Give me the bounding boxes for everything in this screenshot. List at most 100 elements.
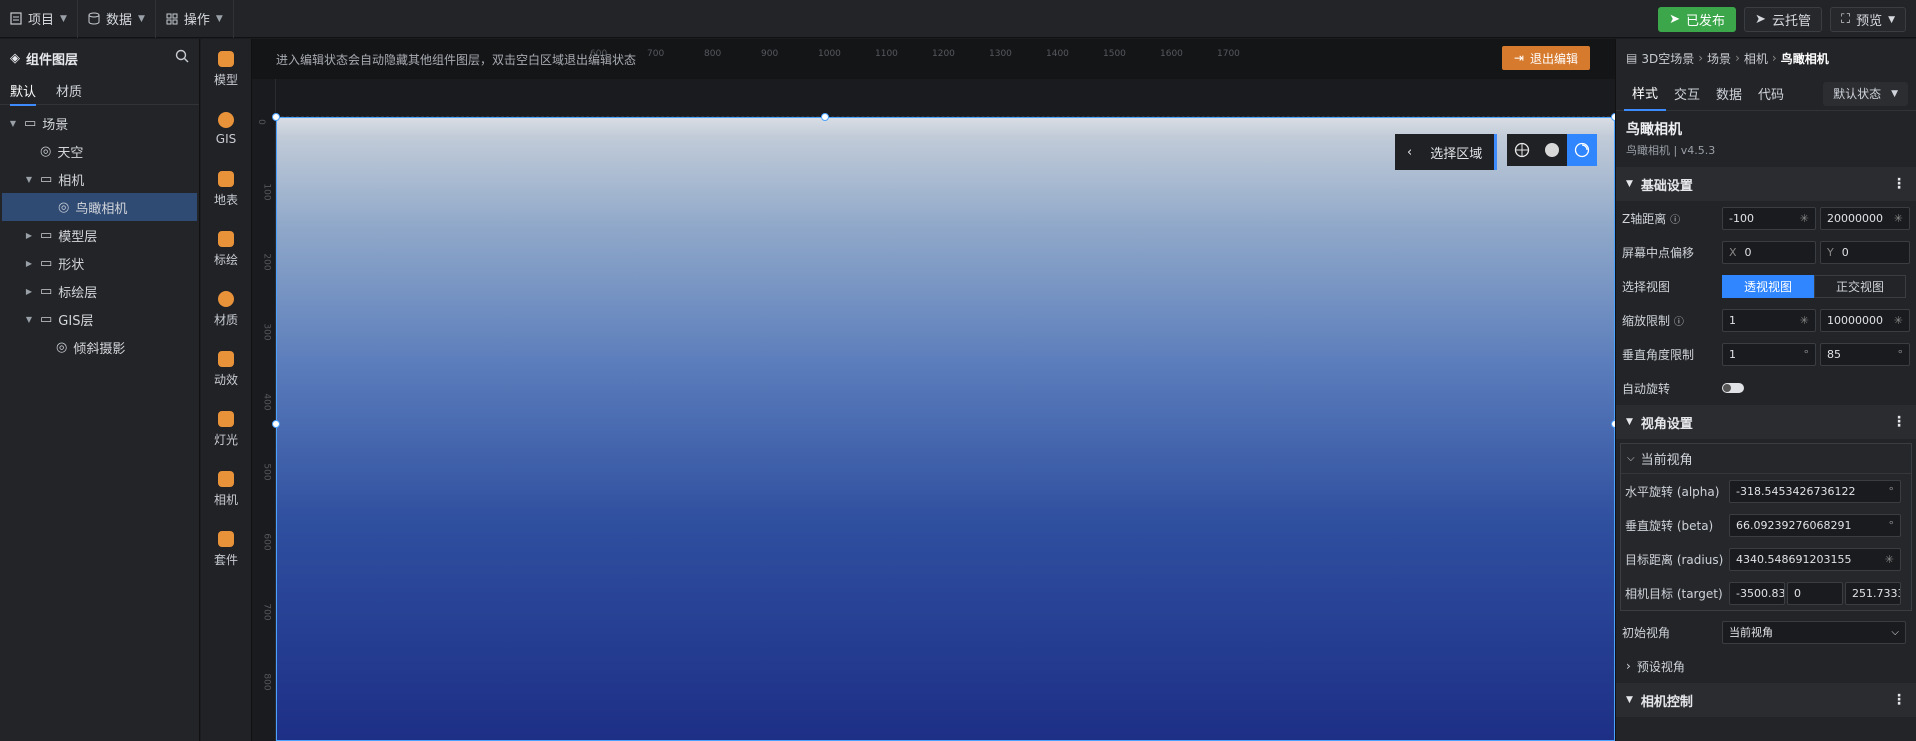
folder-icon: ▭	[40, 311, 53, 327]
breadcrumb-item[interactable]: 相机	[1744, 50, 1768, 67]
component-category-0[interactable]: 模型	[201, 39, 251, 99]
layer-tree-item[interactable]: ◎ 倾斜摄影	[0, 333, 199, 361]
target-z-input[interactable]: 251.73339	[1845, 581, 1901, 605]
more-icon[interactable]: ⋮	[1892, 692, 1906, 708]
ruler-tick-label: 1600	[1160, 49, 1183, 59]
state-select[interactable]: 默认状态 ▼	[1823, 81, 1908, 106]
caret-right-icon[interactable]: ▶	[24, 259, 34, 268]
category-icon	[218, 410, 234, 427]
cloud-host-button[interactable]: ➤ 云托管	[1744, 7, 1822, 32]
layer-tree-item[interactable]: ◎ 天空	[0, 137, 199, 165]
layer-tree-label: 鸟瞰相机	[75, 201, 128, 217]
sphere-mode-button[interactable]	[1537, 134, 1567, 166]
editor-canvas[interactable]: 进入编辑状态会自动隐藏其他组件图层，双击空白区域退出编辑状态 ⇥ 退出编辑 60…	[252, 39, 1615, 741]
more-icon[interactable]: ⋮	[1892, 414, 1906, 430]
target-y-input[interactable]: 0	[1787, 581, 1843, 605]
layer-tree-item[interactable]: ▶ ▭ 标绘层	[0, 277, 199, 305]
menu-project-label: 项目	[28, 13, 55, 28]
component-category-1[interactable]: GIS	[201, 99, 251, 159]
vert-min-input[interactable]: 1 °	[1722, 342, 1816, 366]
initial-view-select[interactable]: 当前视角 ⌵	[1722, 620, 1906, 644]
vert-max-input[interactable]: 85 °	[1820, 342, 1910, 366]
beta-input[interactable]: 66.09239276068291 °	[1729, 513, 1901, 537]
layer-tree-item[interactable]: ▶ ▭ 形状	[0, 249, 199, 277]
z-max-input[interactable]: 20000000 ✳	[1820, 206, 1910, 230]
component-category-2[interactable]: 地表	[201, 159, 251, 219]
perspective-view-option[interactable]: 透视视图	[1722, 274, 1814, 298]
edit-hint-text: 进入编辑状态会自动隐藏其他组件图层，双击空白区域退出编辑状态	[276, 52, 637, 67]
caret-down-icon[interactable]: ▼	[24, 315, 34, 324]
ruler-tick-label: 0	[255, 119, 266, 125]
more-icon[interactable]: ⋮	[1892, 176, 1906, 192]
offset-x-input[interactable]: X0	[1722, 240, 1816, 264]
scene-viewport[interactable]: ‹ 选择区域	[272, 113, 1615, 741]
breadcrumb-item[interactable]: 鸟瞰相机	[1781, 50, 1829, 67]
grid-icon	[166, 13, 178, 25]
tab-data[interactable]: 数据	[1708, 77, 1750, 111]
camera-control-header[interactable]: ▼ 相机控制 ⋮	[1616, 683, 1916, 717]
layer-tree-item[interactable]: ▼ ▭ GIS层	[0, 305, 199, 333]
caret-down-icon[interactable]: ▼	[8, 119, 18, 128]
chevron-left-icon[interactable]: ‹	[1407, 145, 1412, 160]
publish-button[interactable]: ➤ 已发布	[1658, 7, 1737, 32]
layer-tree-item[interactable]: ▼ ▭ 相机	[0, 165, 199, 193]
alpha-input[interactable]: -318.5453426736122 °	[1729, 479, 1901, 503]
current-view-header[interactable]: ⌵ 当前视角	[1621, 444, 1911, 474]
z-distance-label: Z轴距离 ⓘ	[1622, 211, 1681, 226]
auto-rotate-toggle[interactable]	[1722, 383, 1744, 393]
exit-edit-button[interactable]: ⇥ 退出编辑	[1501, 46, 1590, 70]
breadcrumb-item[interactable]: 3D空场景	[1641, 50, 1694, 67]
globe-mode-button[interactable]	[1507, 134, 1537, 166]
resize-handle[interactable]	[272, 113, 280, 121]
orthographic-view-option[interactable]: 正交视图	[1814, 274, 1906, 298]
resize-handle[interactable]	[272, 420, 280, 428]
tab-material[interactable]: 材质	[56, 81, 82, 100]
offset-y-input[interactable]: Y0	[1820, 240, 1910, 264]
component-category-3[interactable]: 标绘	[201, 219, 251, 279]
basic-settings-header[interactable]: ▼ 基础设置 ⋮	[1616, 167, 1916, 201]
ruler-tick-label: 400	[261, 393, 272, 411]
component-category-4[interactable]: 材质	[201, 279, 251, 339]
component-category-8[interactable]: 套件	[201, 519, 251, 579]
search-icon[interactable]	[175, 49, 189, 67]
layer-tree-item[interactable]: ▶ ▭ 模型层	[0, 221, 199, 249]
component-category-5[interactable]: 动效	[201, 339, 251, 399]
radius-input[interactable]: 4340.548691203155 ✳	[1729, 547, 1901, 571]
resize-handle[interactable]	[821, 113, 829, 121]
menu-project[interactable]: 项目 ▼	[0, 0, 78, 38]
category-label: 套件	[213, 552, 238, 567]
category-icon	[218, 170, 234, 187]
layer-tree-item[interactable]: ▼ ▭ 场景	[0, 109, 199, 137]
target-x-input[interactable]: -3500.83	[1729, 581, 1785, 605]
select-area-control[interactable]: ‹ 选择区域	[1395, 134, 1497, 170]
view-settings-header[interactable]: ▼ 视角设置 ⋮	[1616, 405, 1916, 439]
caret-down-icon[interactable]: ▼	[24, 175, 34, 184]
component-category-7[interactable]: 相机	[201, 459, 251, 519]
basic-settings-title: 基础设置	[1640, 178, 1693, 194]
category-label: 标绘	[213, 252, 238, 267]
tab-code[interactable]: 代码	[1750, 77, 1792, 111]
layers-icon: ◈	[10, 50, 20, 66]
auto-rotate-label: 自动旋转	[1622, 381, 1671, 396]
layer-tree-item[interactable]: ◎ 鸟瞰相机	[2, 193, 197, 221]
tab-style[interactable]: 样式	[1624, 77, 1667, 111]
chevron-down-icon: ▼	[215, 13, 223, 24]
zoom-max-input[interactable]: 10000000 ✳	[1820, 308, 1910, 332]
caret-right-icon[interactable]: ▶	[24, 287, 34, 296]
menu-data[interactable]: 数据 ▼	[78, 0, 156, 38]
tab-interaction[interactable]: 交互	[1666, 77, 1708, 111]
breadcrumb: ▤ 3D空场景 › 场景 › 相机 › 鸟瞰相机	[1616, 39, 1916, 77]
orbit-mode-button[interactable]	[1567, 134, 1597, 166]
breadcrumb-item[interactable]: 场景	[1707, 50, 1731, 67]
caret-right-icon[interactable]: ▶	[24, 231, 34, 240]
menu-operate[interactable]: 操作 ▼	[156, 0, 234, 38]
z-min-input[interactable]: -100 ✳	[1722, 206, 1816, 230]
tab-default[interactable]: 默认	[10, 81, 37, 106]
chevron-down-icon: ▼	[60, 13, 67, 24]
preview-button[interactable]: ⛶ 预览 ▼	[1829, 7, 1906, 32]
component-category-6[interactable]: 灯光	[201, 399, 251, 459]
preset-view-row[interactable]: › 预设视角	[1616, 649, 1916, 683]
radius-row: 目标距离 (radius) 4340.548691203155 ✳	[1621, 542, 1911, 576]
initial-view-row: 初始视角 当前视角 ⌵	[1616, 615, 1916, 649]
zoom-min-input[interactable]: 1 ✳	[1722, 308, 1816, 332]
